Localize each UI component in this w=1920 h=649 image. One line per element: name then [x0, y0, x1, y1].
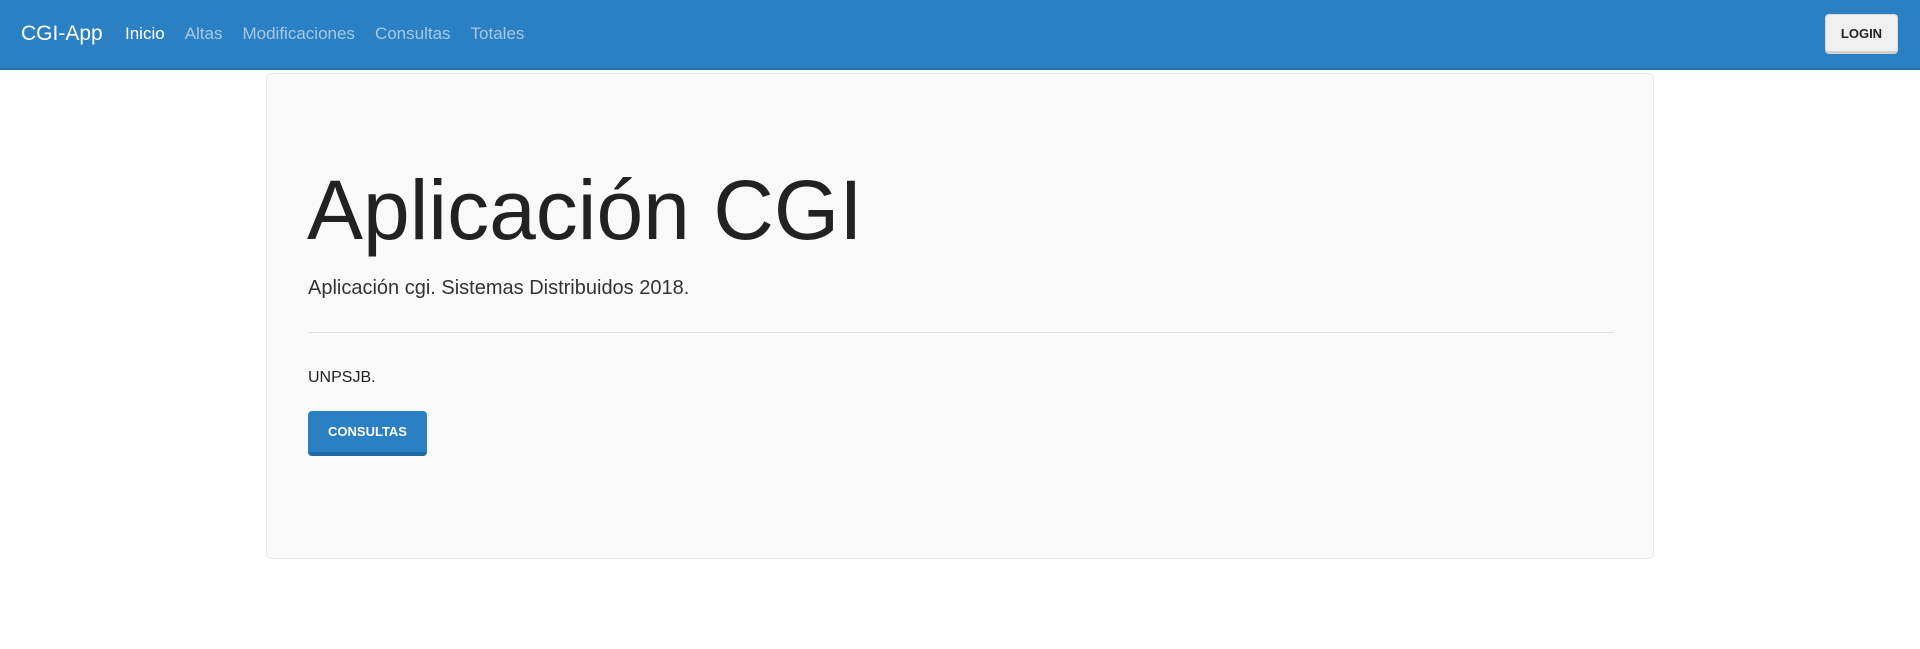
jumbotron-panel: Aplicación CGI Aplicación cgi. Sistemas … — [266, 73, 1654, 559]
nav-item-consultas[interactable]: Consultas — [375, 24, 451, 44]
lead-text: Aplicación cgi. Sistemas Distribuidos 20… — [308, 277, 690, 299]
main-nav: Inicio Altas Modificaciones Consultas To… — [125, 24, 544, 44]
nav-item-inicio[interactable]: Inicio — [125, 24, 165, 44]
top-navbar: CGI-App Inicio Altas Modificaciones Cons… — [0, 0, 1920, 70]
nav-item-modificaciones[interactable]: Modificaciones — [242, 24, 354, 44]
divider — [308, 332, 1614, 333]
nav-item-totales[interactable]: Totales — [471, 24, 525, 44]
consultas-button[interactable]: CONSULTAS — [308, 411, 427, 456]
page-title: Aplicación CGI — [307, 163, 863, 257]
nav-item-altas[interactable]: Altas — [185, 24, 223, 44]
brand-link[interactable]: CGI-App — [21, 22, 103, 46]
organization-text: UNPSJB. — [308, 369, 376, 386]
login-button[interactable]: LOGIN — [1825, 14, 1898, 54]
